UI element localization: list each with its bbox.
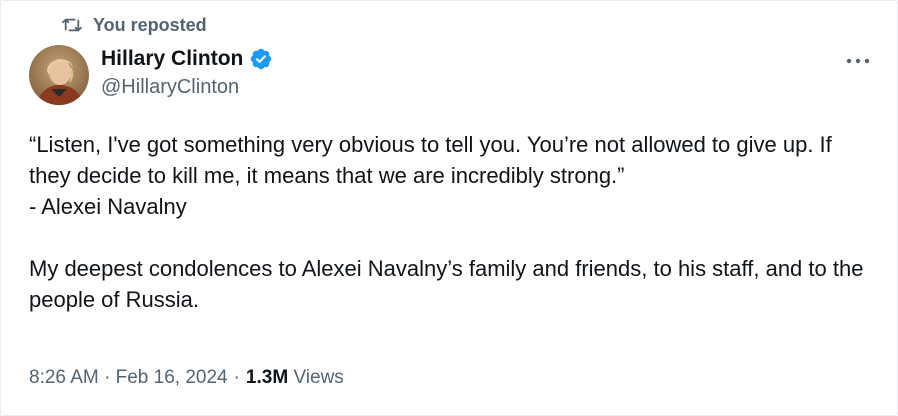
tweet-paragraph-condolences: My deepest condolences to Alexei Navalny…	[29, 256, 864, 312]
repost-label: You reposted	[93, 14, 207, 35]
tweet-paragraph-quote: “Listen, I've got something very obvious…	[29, 132, 832, 219]
views-label: Views	[293, 367, 344, 388]
repost-icon	[61, 16, 83, 34]
tweet-text: “Listen, I've got something very obvious…	[29, 129, 879, 315]
repost-indicator[interactable]: You reposted	[61, 14, 207, 36]
meta-separator: ·	[104, 367, 111, 388]
tweet-timestamp[interactable]: 8:26 AM · Feb 16, 2024	[29, 367, 228, 389]
more-options-icon[interactable]	[845, 51, 871, 71]
views-count: 1.3M	[245, 367, 289, 388]
author-display-name[interactable]: Hillary Clinton	[101, 47, 243, 71]
meta-separator: ·	[233, 367, 240, 388]
views[interactable]: 1.3M Views	[246, 367, 344, 389]
tweet-card[interactable]: You reposted Hillary Clinton @HillaryCli…	[0, 0, 898, 416]
author-handle[interactable]: @HillaryClinton	[101, 76, 273, 99]
tweet-time: 8:26 AM	[29, 367, 99, 388]
verified-badge-icon[interactable]	[249, 47, 273, 71]
avatar[interactable]	[29, 45, 89, 105]
author-block: Hillary Clinton @HillaryClinton	[101, 45, 273, 99]
tweet-meta: 8:26 AM · Feb 16, 2024 · 1.3M Views	[29, 367, 344, 389]
tweet-date: Feb 16, 2024	[115, 367, 228, 388]
